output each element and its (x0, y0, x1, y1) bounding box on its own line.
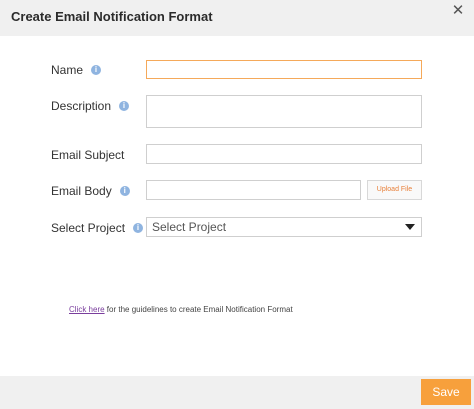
dialog-title: Create Email Notification Format (11, 9, 213, 24)
description-textarea[interactable] (146, 95, 422, 128)
create-email-notification-dialog: Create Email Notification Format ✕ Name … (0, 0, 474, 409)
upload-file-button[interactable]: Upload File (367, 180, 422, 200)
name-input[interactable] (146, 60, 422, 79)
select-project-label-row: Select Project i (51, 221, 144, 235)
dialog-header: Create Email Notification Format ✕ (0, 0, 474, 36)
email-body-label-row: Email Body i (51, 184, 130, 198)
guideline-description: for the guidelines to create Email Notif… (104, 305, 293, 314)
name-label-row: Name i (51, 63, 102, 77)
email-body-label: Email Body (51, 184, 112, 198)
guideline-link[interactable]: Click here (69, 305, 105, 314)
select-project-value: Select Project (152, 220, 227, 234)
select-project-label: Select Project (51, 221, 126, 235)
email-subject-label-row: Email Subject (51, 148, 124, 162)
caret-down-icon (405, 224, 415, 230)
info-icon[interactable]: i (119, 186, 130, 196)
email-body-input[interactable] (146, 180, 361, 200)
close-icon[interactable]: ✕ (450, 3, 466, 19)
info-icon[interactable]: i (119, 101, 130, 111)
email-subject-input[interactable] (146, 144, 422, 164)
guideline-text: Click here for the guidelines to create … (69, 305, 293, 314)
description-label-row: Description i (51, 99, 130, 113)
save-button[interactable]: Save (421, 379, 471, 405)
name-label: Name (51, 63, 84, 77)
dialog-footer (0, 376, 474, 409)
select-project-dropdown[interactable]: Select Project (146, 217, 422, 237)
email-subject-label: Email Subject (51, 148, 125, 162)
info-icon[interactable]: i (133, 223, 144, 233)
info-icon[interactable]: i (91, 65, 102, 75)
description-label: Description (51, 99, 112, 113)
